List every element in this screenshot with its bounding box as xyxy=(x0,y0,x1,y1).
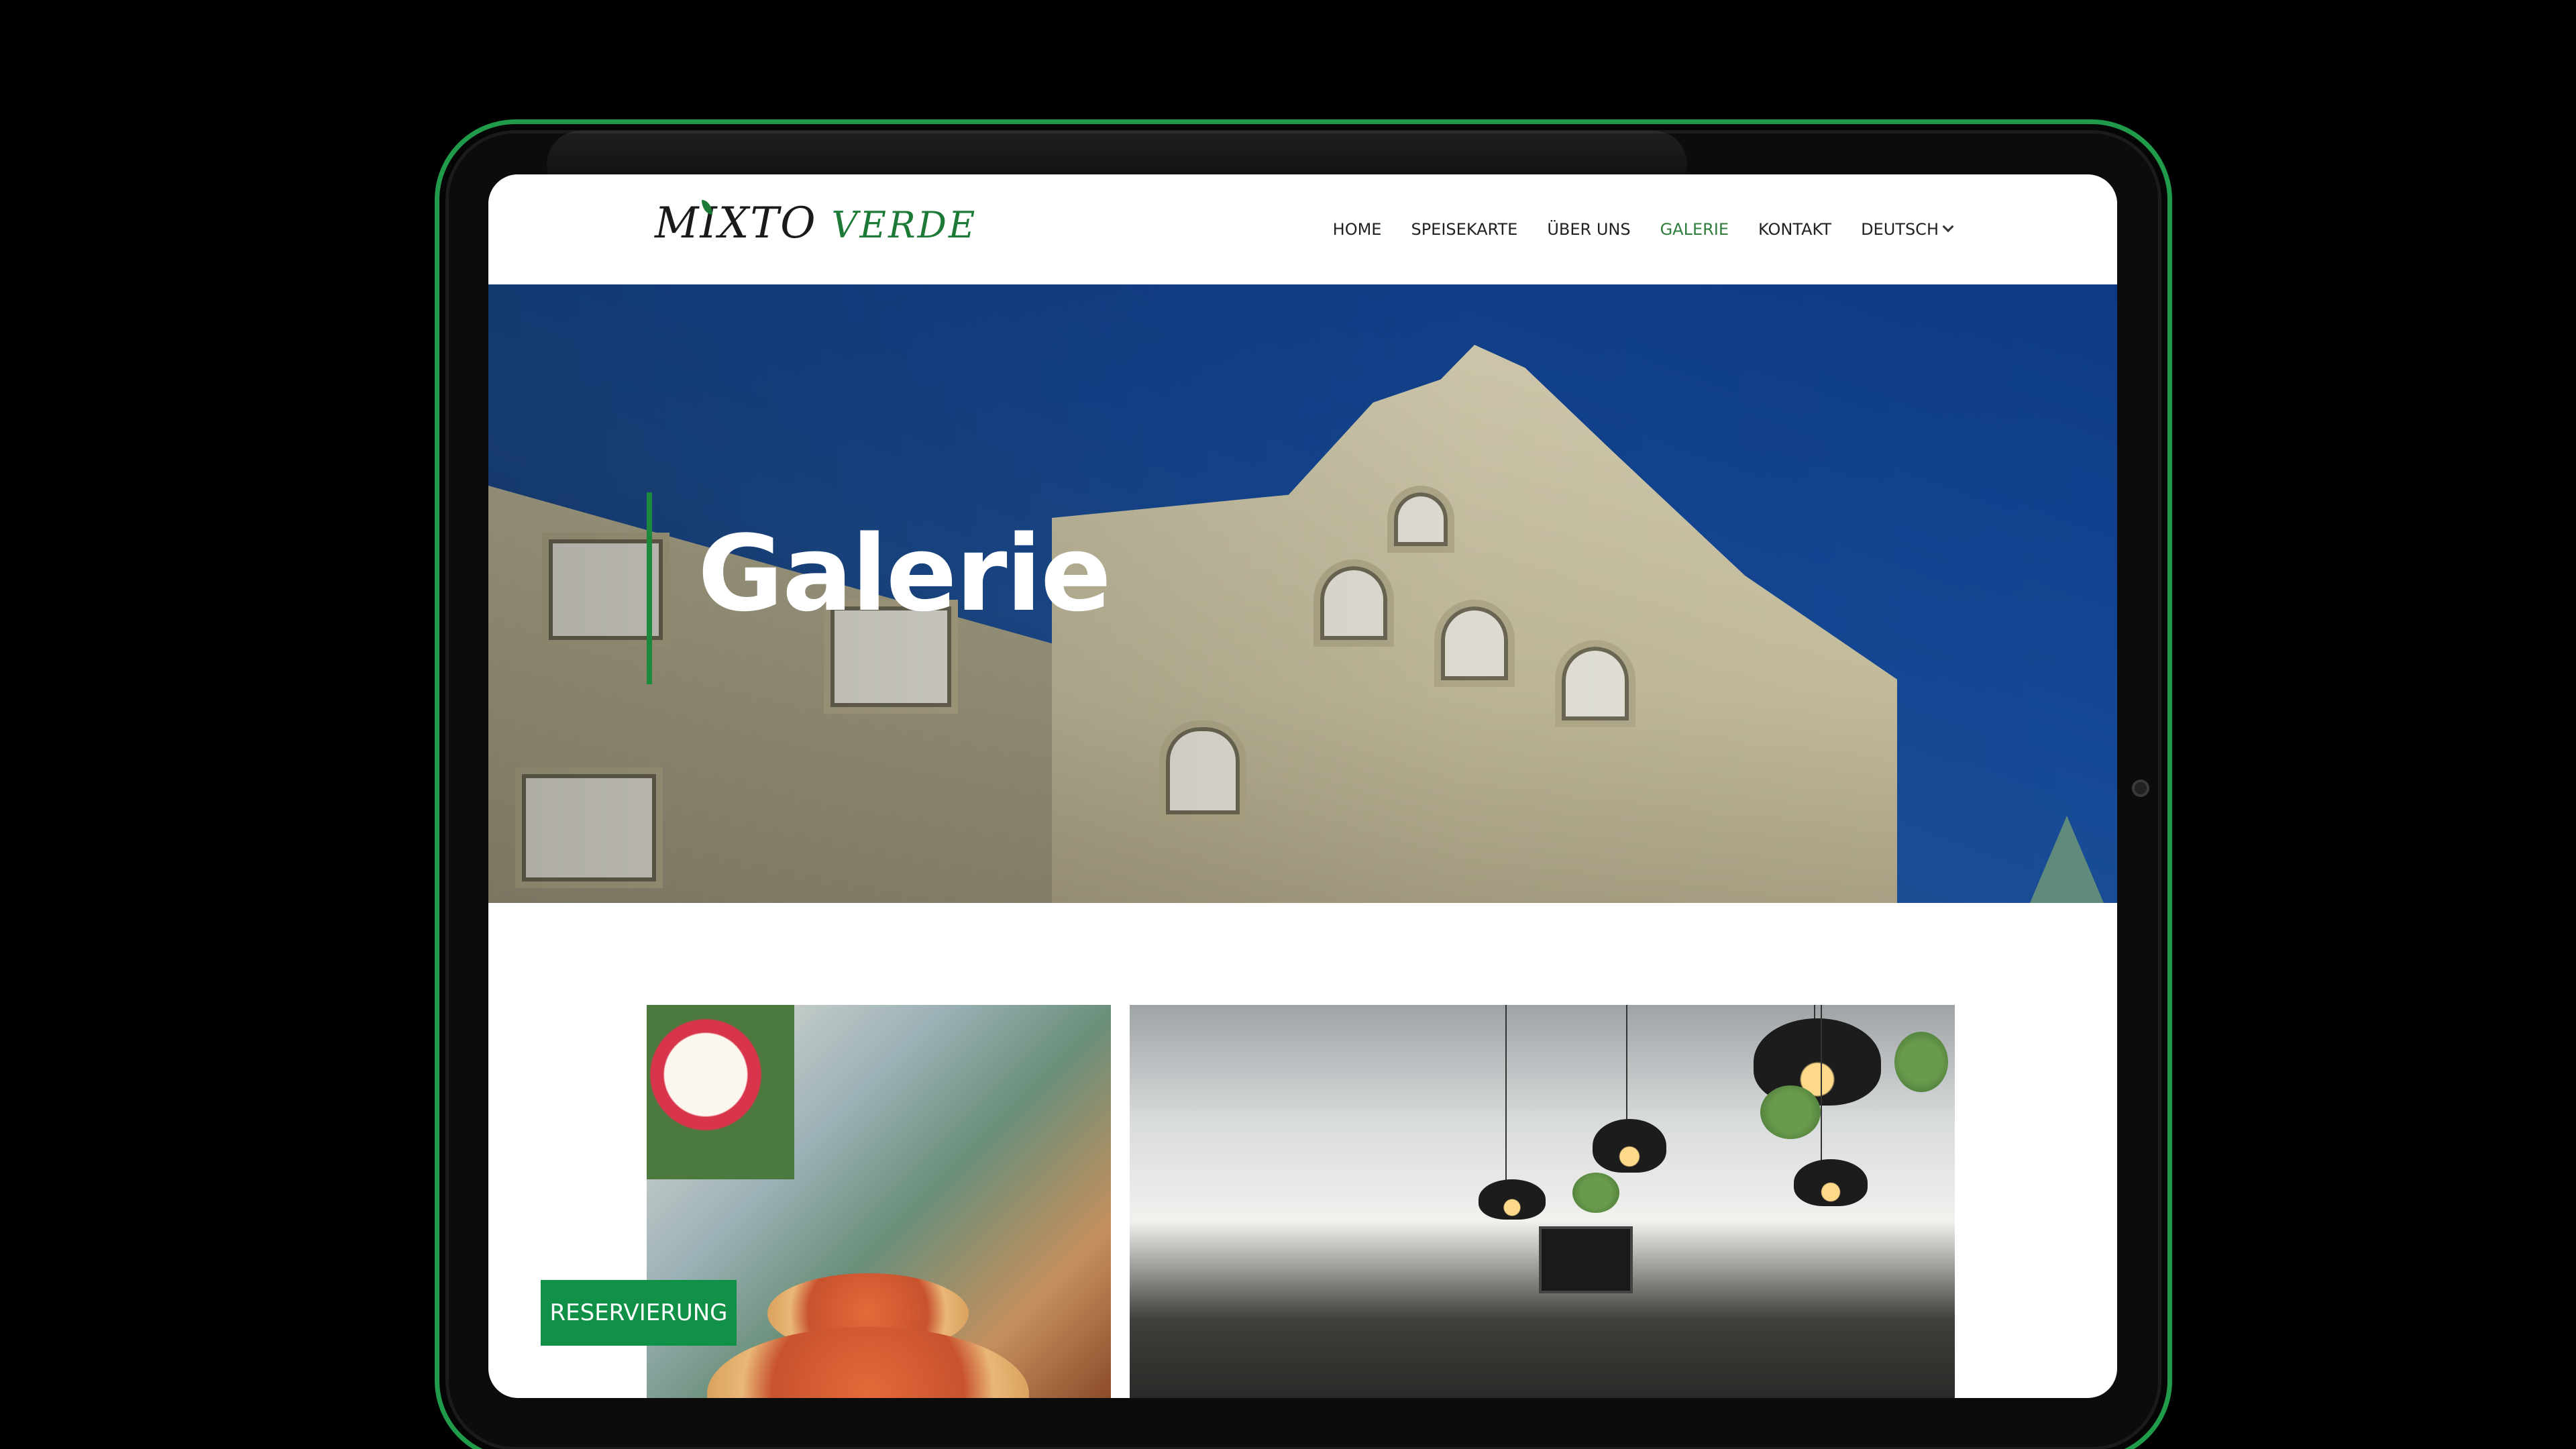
nav-item-galerie[interactable]: GALERIE xyxy=(1660,220,1729,239)
page-title: Galerie xyxy=(698,513,1112,635)
hanging-plant xyxy=(1760,1085,1821,1139)
device-mockup: MIXTO VERDE HOME SPEISEKARTE ÜBER UNS GA… xyxy=(0,0,2576,1449)
lamp-wire xyxy=(1821,1005,1822,1166)
lamp-wire xyxy=(1626,1005,1627,1126)
flowers-decoration xyxy=(647,1005,794,1179)
hero-banner: Galerie xyxy=(488,284,2117,903)
language-selector[interactable]: DEUTSCH xyxy=(1861,220,1954,239)
hanging-plant xyxy=(1572,1173,1619,1213)
browser-screen: MIXTO VERDE HOME SPEISEKARTE ÜBER UNS GA… xyxy=(488,174,2117,1398)
site-logo[interactable]: MIXTO VERDE xyxy=(655,199,977,259)
nav-item-home[interactable]: HOME xyxy=(1333,220,1382,239)
menu-board xyxy=(1539,1226,1633,1293)
logo-word-verde: VERDE xyxy=(831,204,977,246)
logo-word-mixto: MIXTO xyxy=(655,199,817,248)
lamp-wire xyxy=(1505,1005,1507,1186)
chevron-down-icon xyxy=(1942,221,1954,233)
nav-item-speisekarte[interactable]: SPEISEKARTE xyxy=(1411,220,1517,239)
pendant-lamp xyxy=(1794,1159,1868,1206)
reservation-button[interactable]: RESERVIERUNG xyxy=(541,1280,737,1346)
pizza-2 xyxy=(707,1327,1029,1398)
site-header: MIXTO VERDE HOME SPEISEKARTE ÜBER UNS GA… xyxy=(488,174,2117,284)
gallery-image-interior[interactable] xyxy=(1130,1005,1955,1398)
language-label: DEUTSCH xyxy=(1861,220,1939,239)
nav-item-ueber-uns[interactable]: ÜBER UNS xyxy=(1547,220,1630,239)
camera-icon xyxy=(2132,780,2149,797)
main-nav: HOME SPEISEKARTE ÜBER UNS GALERIE KONTAK… xyxy=(1333,215,1954,244)
hanging-plant xyxy=(1894,1032,1948,1092)
nav-item-kontakt[interactable]: KONTAKT xyxy=(1758,220,1831,239)
pendant-lamp xyxy=(1593,1119,1666,1173)
pendant-lamp xyxy=(1479,1179,1546,1220)
hero-accent-bar xyxy=(647,492,652,684)
